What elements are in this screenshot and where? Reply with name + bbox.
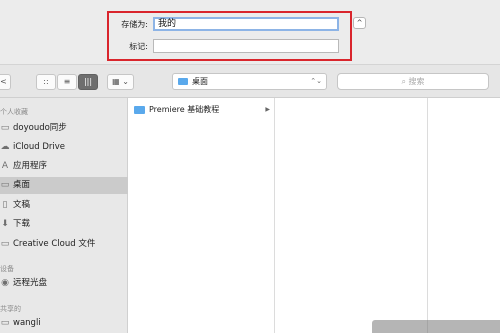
favorites-header: 个人收藏 xyxy=(0,108,28,116)
folder-icon: ▭ xyxy=(0,239,10,249)
arrange-button[interactable]: ▦ ⌄ xyxy=(107,74,134,90)
sidebar-item-label: Creative Cloud 文件 xyxy=(13,239,96,249)
sidebar-item-label: 桌面 xyxy=(13,180,31,190)
sidebar-item-doyoudo[interactable]: ▭ doyoudo同步 xyxy=(0,120,128,137)
sidebar-item-label: 应用程序 xyxy=(13,161,48,171)
folder-label: Premiere 基础教程 xyxy=(149,105,220,114)
tags-label: 标记: xyxy=(129,41,148,51)
sidebar-item-label: 远程光盘 xyxy=(13,278,48,288)
sidebar-item-label: iCloud Drive xyxy=(13,142,66,152)
folder-icon xyxy=(178,78,188,85)
tags-input[interactable] xyxy=(153,39,339,53)
computer-icon: ▭ xyxy=(0,318,10,328)
download-icon: ⬇ xyxy=(1,219,9,229)
sidebar-item-label: doyoudo同步 xyxy=(13,123,67,133)
location-select[interactable]: 桌面 ⌃⌄ xyxy=(172,73,327,90)
chevron-right-icon: ▶ xyxy=(265,106,270,113)
sidebar-item-creative-cloud[interactable]: ▭ Creative Cloud 文件 xyxy=(0,236,128,253)
devices-header: 设备 xyxy=(0,265,14,273)
sidebar-item-remote-disc[interactable]: ◉ 远程光盘 xyxy=(0,275,128,292)
tags-row: 标记: xyxy=(108,39,339,53)
folder-icon xyxy=(134,105,145,114)
browser-column-3[interactable] xyxy=(428,98,500,333)
sidebar-item-label: wangli xyxy=(13,318,41,328)
expand-dialog-button[interactable]: ^ xyxy=(353,17,366,29)
save-as-row: 存储为: 我的 xyxy=(108,17,339,31)
applications-icon: A xyxy=(1,161,9,171)
watermark xyxy=(372,320,500,333)
search-input[interactable]: ⌕ 搜索 xyxy=(337,73,489,90)
list-item[interactable]: Premiere 基础教程 ▶ xyxy=(134,102,270,117)
sidebar-item-icloud[interactable]: ☁ iCloud Drive xyxy=(0,139,128,156)
location-label: 桌面 xyxy=(192,77,208,86)
back-button[interactable]: < xyxy=(0,74,11,90)
sidebar-item-documents[interactable]: ▯ 文稿 xyxy=(0,197,128,214)
sidebar-item-wangli[interactable]: ▭ wangli xyxy=(0,315,128,332)
list-view-button[interactable]: ≡ xyxy=(57,74,77,90)
column-view-button[interactable]: ||| xyxy=(78,74,98,90)
save-as-input[interactable]: 我的 xyxy=(153,17,339,31)
save-as-label: 存储为: xyxy=(121,19,148,29)
sidebar-item-applications[interactable]: A 应用程序 xyxy=(0,158,128,175)
cloud-icon: ☁ xyxy=(0,142,10,152)
browser-column-1[interactable]: Premiere 基础教程 ▶ xyxy=(128,98,275,333)
sidebar-item-desktop[interactable]: ▭ 桌面 xyxy=(0,177,128,194)
search-placeholder: 搜索 xyxy=(408,77,425,86)
save-panel: 存储为: 我的 标记: ^ xyxy=(0,0,500,64)
sidebar-item-label: 文稿 xyxy=(13,200,31,210)
toolbar: < :: ≡ ||| ▦ ⌄ 桌面 ⌃⌄ ⌕ 搜索 xyxy=(0,64,500,98)
browser-column-2[interactable] xyxy=(275,98,428,333)
desktop-icon: ▭ xyxy=(0,180,10,190)
disc-icon: ◉ xyxy=(1,278,9,288)
search-icon: ⌕ xyxy=(401,77,406,86)
icon-view-button[interactable]: :: xyxy=(36,74,56,90)
sidebar-item-label: 下载 xyxy=(13,219,31,229)
shared-header: 共享的 xyxy=(0,305,21,313)
chevron-updown-icon: ⌃⌄ xyxy=(310,77,322,85)
folder-icon: ▭ xyxy=(0,123,10,133)
sidebar: 个人收藏 ▭ doyoudo同步 ☁ iCloud Drive A 应用程序 ▭… xyxy=(0,98,128,333)
sidebar-item-downloads[interactable]: ⬇ 下载 xyxy=(0,216,128,233)
documents-icon: ▯ xyxy=(2,200,8,210)
